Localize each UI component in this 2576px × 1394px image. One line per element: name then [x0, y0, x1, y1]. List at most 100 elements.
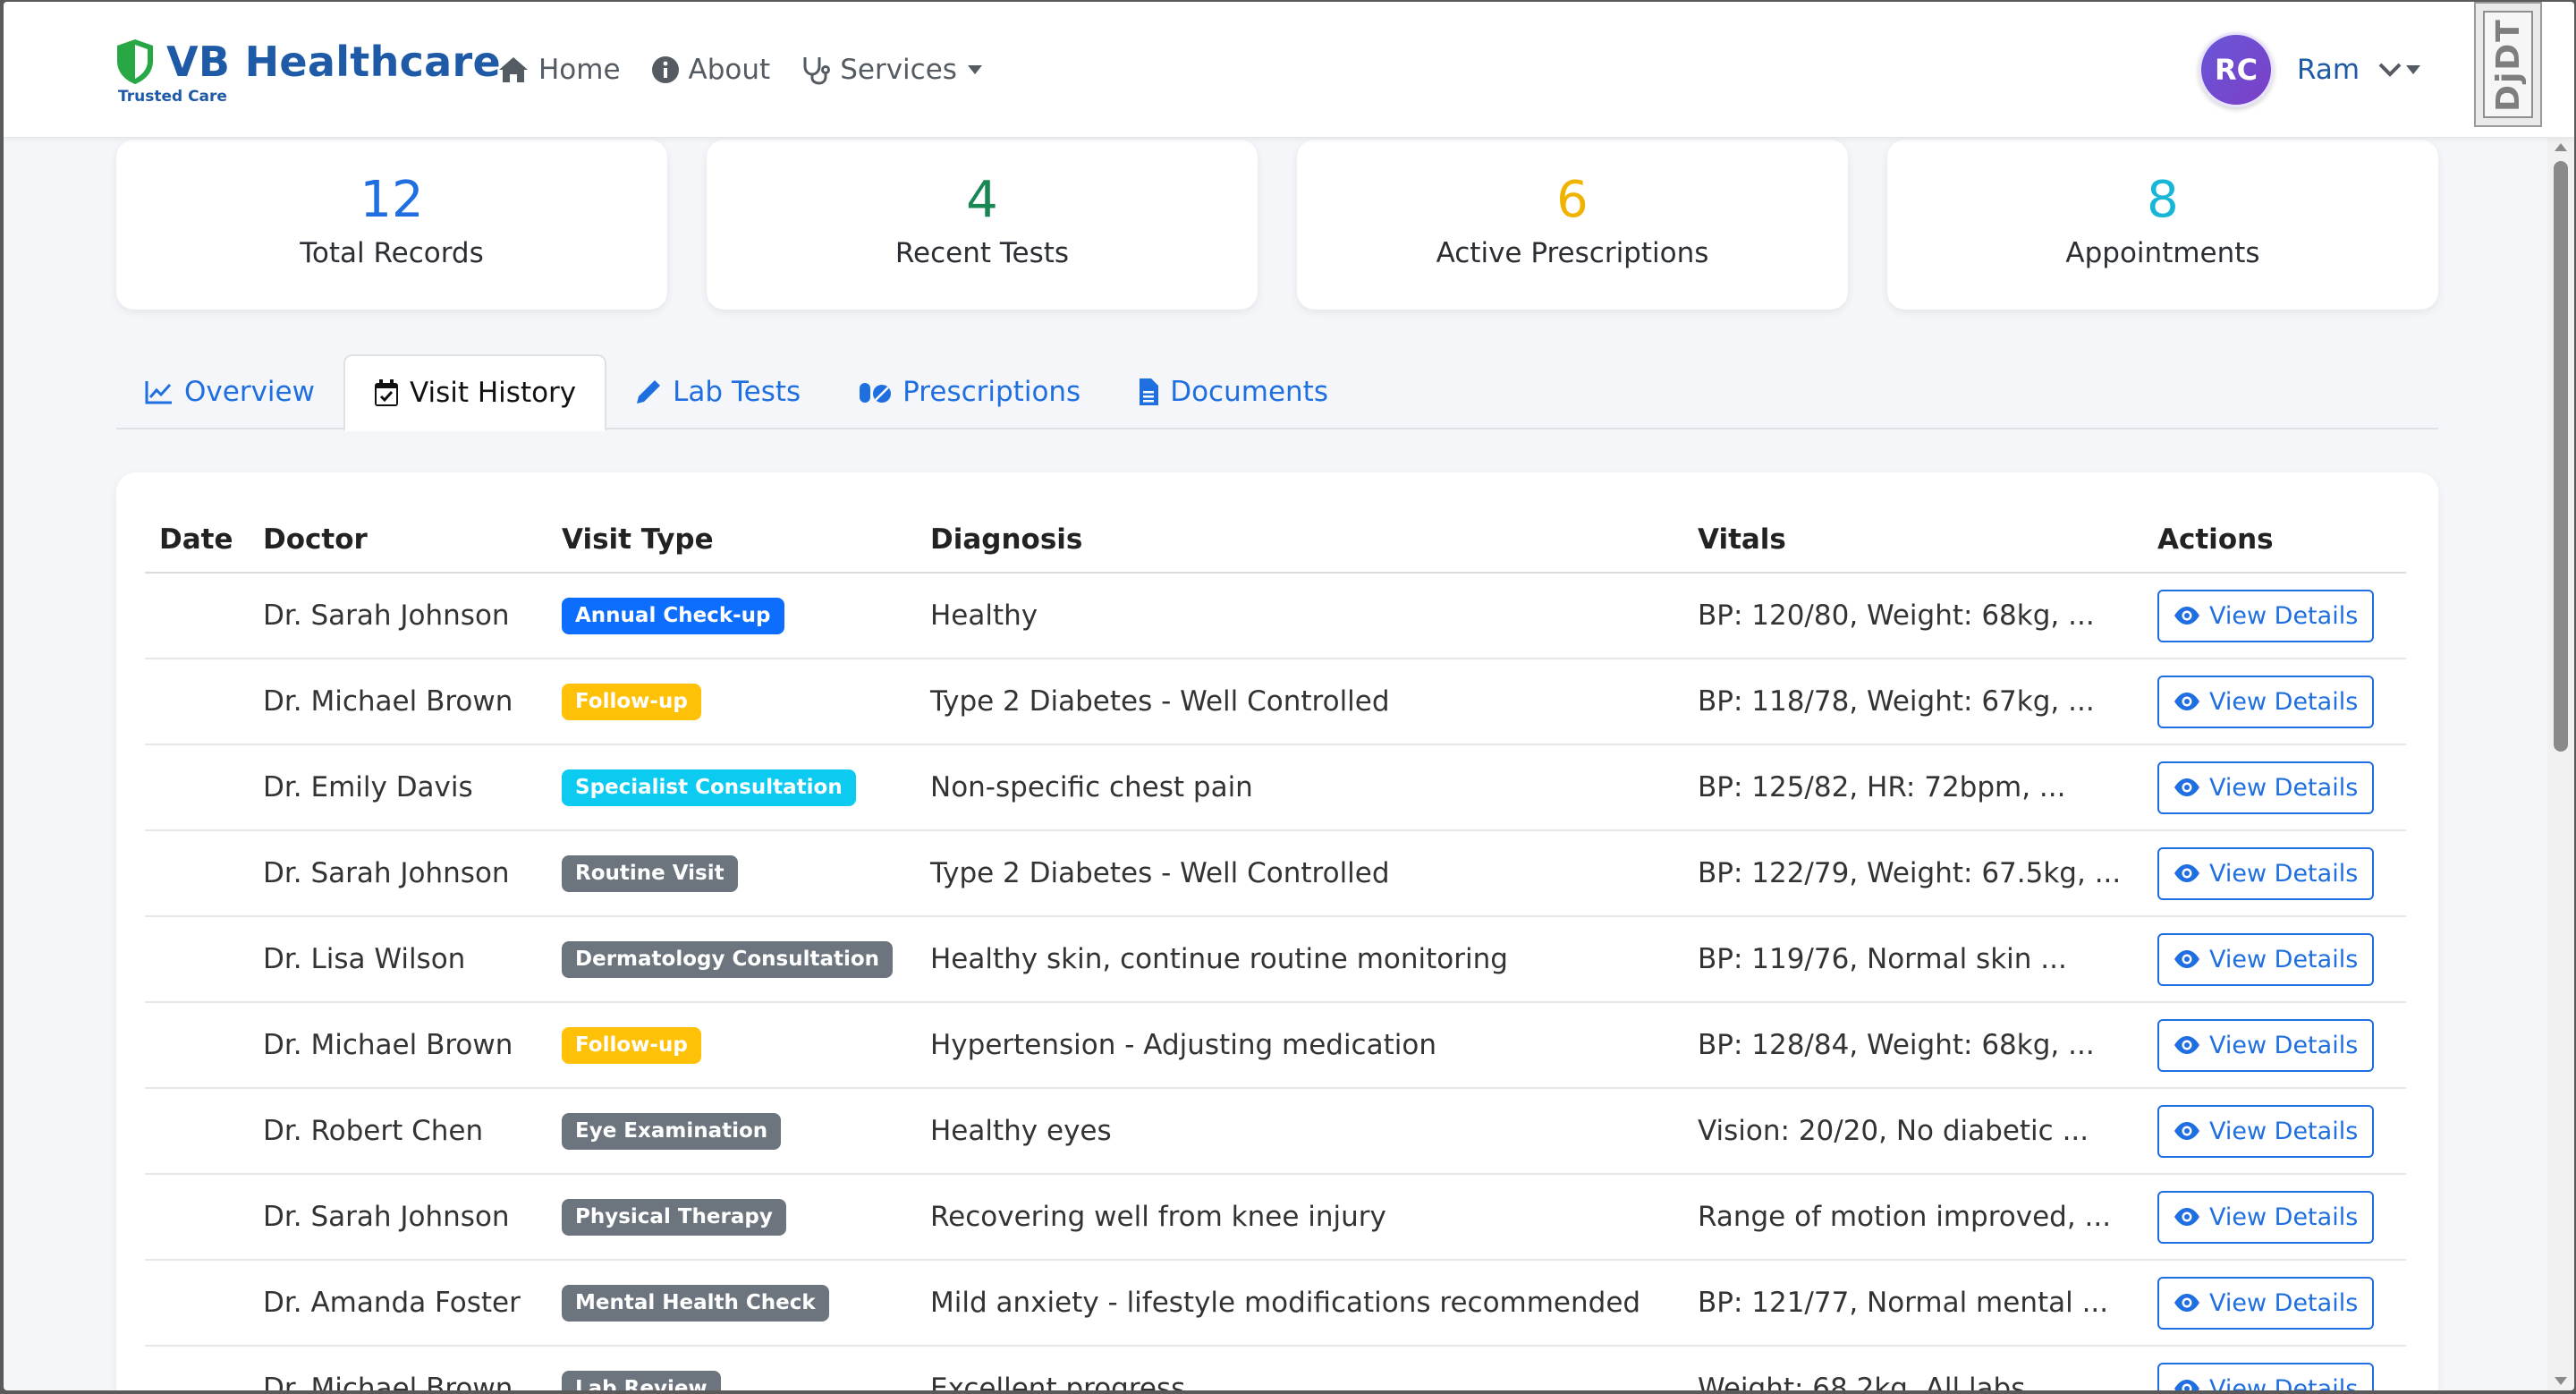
view-details-button[interactable]: View Details: [2157, 1362, 2375, 1391]
view-details-button[interactable]: View Details: [2157, 1190, 2375, 1244]
stat-value: 4: [966, 171, 998, 229]
visit-type-badge: Specialist Consultation: [562, 769, 856, 807]
tab-prescriptions[interactable]: Prescriptions: [829, 354, 1109, 429]
stat-label: Appointments: [2065, 237, 2260, 270]
tab-label: Prescriptions: [902, 376, 1081, 408]
view-details-button[interactable]: View Details: [2157, 589, 2375, 642]
debug-toolbar-label: DjDT: [2489, 17, 2527, 112]
table-row: Dr. Amanda Foster Mental Health Check Mild…: [145, 1260, 2406, 1347]
view-details-label: View Details: [2209, 687, 2359, 716]
view-details-button[interactable]: View Details: [2157, 675, 2375, 728]
cell-date: [145, 659, 249, 745]
cell-diagnosis: Non-specific chest pain: [916, 744, 1683, 831]
cell-diagnosis: Healthy skin, continue routine monitorin…: [916, 916, 1683, 1003]
tab-label: Documents: [1170, 376, 1328, 408]
file-icon: [1140, 378, 1159, 405]
nav-about[interactable]: About: [651, 54, 770, 86]
page-scrollbar[interactable]: [2547, 138, 2574, 1390]
scroll-up-arrow-icon[interactable]: [2555, 143, 2567, 151]
table-row: Dr. Sarah Johnson Routine Visit Type 2 Dia…: [145, 830, 2406, 917]
cell-vitals: BP: 125/82, HR: 72bpm, ...: [1683, 744, 2143, 831]
table-row: Dr. Sarah Johnson Physical Therapy Recover…: [145, 1174, 2406, 1261]
shield-icon: [117, 39, 153, 84]
debug-toolbar-handle[interactable]: DjDT: [2474, 2, 2542, 127]
table-row: Dr. Michael Brown Follow-up Type 2 Diabete…: [145, 659, 2406, 745]
view-details-label: View Details: [2209, 1117, 2359, 1145]
view-details-button[interactable]: View Details: [2157, 1018, 2375, 1072]
tab-documents[interactable]: Documents: [1109, 354, 1357, 429]
view-details-button[interactable]: View Details: [2157, 1104, 2375, 1158]
brand-tagline: Trusted Care: [118, 88, 227, 106]
column-header-vitals[interactable]: Vitals: [1683, 506, 2143, 574]
view-details-button[interactable]: View Details: [2157, 1276, 2375, 1330]
cell-date: [145, 573, 249, 659]
cell-diagnosis: Hypertension - Adjusting medication: [916, 1002, 1683, 1089]
stethoscope-icon: [803, 57, 831, 85]
view-details-label: View Details: [2209, 1374, 2359, 1391]
cell-visit-type: Specialist Consultation: [547, 744, 916, 831]
cell-vitals: BP: 121/77, Normal mental ...: [1683, 1260, 2143, 1347]
cell-date: [145, 916, 249, 1003]
cell-actions: View Details: [2143, 830, 2406, 917]
nav-home-label: Home: [538, 54, 621, 86]
cell-actions: View Details: [2143, 1174, 2406, 1261]
cell-actions: View Details: [2143, 744, 2406, 831]
tab-label: Overview: [184, 376, 315, 408]
cell-actions: View Details: [2143, 1002, 2406, 1089]
column-header-actions: Actions: [2143, 506, 2406, 574]
column-header-date[interactable]: Date: [145, 506, 249, 574]
stat-label: Active Prescriptions: [1436, 237, 1709, 270]
tab-lab-tests[interactable]: Lab Tests: [606, 354, 829, 429]
avatar[interactable]: RC: [2199, 32, 2274, 107]
cell-doctor: Dr. Sarah Johnson: [249, 1174, 547, 1261]
cell-doctor: Dr. Michael Brown: [249, 1002, 547, 1089]
navbar: VB Healthcare Trusted Care Home About Se…: [4, 2, 2574, 138]
scrollbar-thumb[interactable]: [2554, 161, 2568, 752]
chevron-down-icon[interactable]: [2377, 62, 2402, 78]
cell-doctor: Dr. Sarah Johnson: [249, 830, 547, 917]
cell-actions: View Details: [2143, 1088, 2406, 1175]
view-details-button[interactable]: View Details: [2157, 846, 2375, 900]
cell-actions: View Details: [2143, 1260, 2406, 1347]
column-header-visit-type[interactable]: Visit Type: [547, 506, 916, 574]
visit-type-badge: Follow-up: [562, 1026, 701, 1065]
cell-diagnosis: Type 2 Diabetes - Well Controlled: [916, 830, 1683, 917]
eye-icon: [2174, 1294, 2199, 1312]
cell-vitals: BP: 120/80, Weight: 68kg, ...: [1683, 573, 2143, 659]
nav-home[interactable]: Home: [497, 54, 621, 86]
cell-diagnosis: Excellent progress: [916, 1346, 1683, 1390]
stat-card-recent-tests: 4 Recent Tests: [707, 140, 1258, 310]
tab-overview[interactable]: Overview: [116, 354, 343, 429]
table-row: Dr. Michael Brown Lab Review Excellent pro…: [145, 1346, 2406, 1390]
view-details-button[interactable]: View Details: [2157, 761, 2375, 814]
cell-diagnosis: Mild anxiety - lifestyle modifications r…: [916, 1260, 1683, 1347]
cell-visit-type: Annual Check-up: [547, 573, 916, 659]
user-menu[interactable]: RC Ram: [2199, 32, 2421, 107]
caret-down-icon[interactable]: [2406, 65, 2421, 74]
cell-vitals: Vision: 20/20, No diabetic ...: [1683, 1088, 2143, 1175]
table-row: Dr. Robert Chen Eye Examination Healthy ey…: [145, 1088, 2406, 1175]
cell-doctor: Dr. Emily Davis: [249, 744, 547, 831]
cell-visit-type: Lab Review: [547, 1346, 916, 1390]
cell-vitals: Weight: 68.2kg, All labs ...: [1683, 1346, 2143, 1390]
nav-services-dropdown[interactable]: Services: [801, 54, 991, 86]
column-header-diagnosis[interactable]: Diagnosis: [916, 506, 1683, 574]
nav-links: Home About Services: [497, 54, 1021, 86]
stat-value: 12: [360, 171, 424, 229]
column-header-doctor[interactable]: Doctor: [249, 506, 547, 574]
chart-line-icon: [145, 381, 172, 404]
cell-visit-type: Dermatology Consultation: [547, 916, 916, 1003]
cell-actions: View Details: [2143, 916, 2406, 1003]
record-tabs: Overview Visit History Lab Tests Prescri…: [116, 354, 2438, 431]
view-details-button[interactable]: View Details: [2157, 932, 2375, 986]
pills-icon: [860, 383, 892, 403]
eye-icon: [2174, 778, 2199, 796]
user-name[interactable]: Ram: [2297, 54, 2360, 86]
brand[interactable]: VB Healthcare Trusted Care: [114, 38, 501, 106]
cell-doctor: Dr. Sarah Johnson: [249, 573, 547, 659]
stat-card-total-records: 12 Total Records: [116, 140, 667, 310]
visit-type-badge: Dermatology Consultation: [562, 940, 894, 979]
info-circle-icon: [651, 56, 679, 83]
scroll-down-arrow-icon[interactable]: [2555, 1377, 2567, 1385]
tab-visit-history[interactable]: Visit History: [343, 354, 607, 431]
